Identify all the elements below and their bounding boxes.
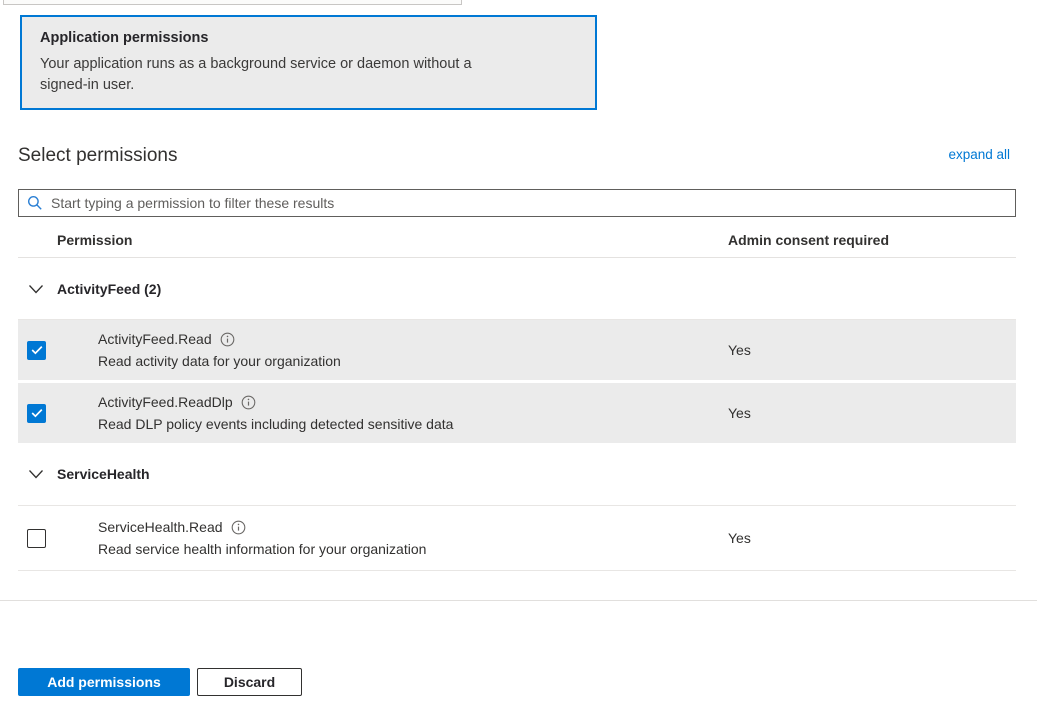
permission-text: ActivityFeed.ReadDlp Read DLP policy eve…	[98, 394, 453, 432]
permission-row-activityfeed-readdlp[interactable]: ActivityFeed.ReadDlp Read DLP policy eve…	[18, 383, 1016, 443]
footer-actions: Add permissions Discard	[18, 668, 302, 696]
info-icon[interactable]	[220, 332, 235, 347]
permission-name: ServiceHealth.Read	[98, 519, 223, 535]
table-header-row: Permission Admin consent required	[18, 230, 1016, 258]
checkbox-unchecked[interactable]	[27, 529, 46, 548]
column-header-admin-consent: Admin consent required	[728, 232, 889, 248]
admin-consent-value: Yes	[728, 342, 751, 358]
chevron-down-icon[interactable]	[28, 282, 44, 296]
group-row-servicehealth[interactable]: ServiceHealth	[18, 443, 1016, 506]
admin-consent-value: Yes	[728, 530, 751, 546]
application-permissions-card[interactable]: Application permissions Your application…	[20, 15, 597, 110]
permission-text: ServiceHealth.Read Read service health i…	[98, 519, 426, 557]
discard-button[interactable]: Discard	[197, 668, 302, 696]
permission-row-activityfeed-read[interactable]: ActivityFeed.Read Read activity data for…	[18, 320, 1016, 380]
permission-description: Read service health information for your…	[98, 541, 426, 557]
application-permissions-title: Application permissions	[40, 30, 577, 46]
expand-all-link[interactable]: expand all	[948, 147, 1010, 162]
column-header-permission: Permission	[57, 232, 132, 248]
section-divider	[0, 600, 1037, 601]
permission-name: ActivityFeed.ReadDlp	[98, 394, 233, 410]
permissions-table: Permission Admin consent required Activi…	[18, 230, 1016, 571]
permission-description: Read activity data for your organization	[98, 353, 341, 369]
application-permissions-description: Your application runs as a background se…	[40, 54, 520, 96]
permission-text: ActivityFeed.Read Read activity data for…	[98, 331, 341, 369]
chevron-down-icon[interactable]	[28, 467, 44, 481]
group-label: ServiceHealth	[57, 466, 150, 482]
info-icon[interactable]	[231, 520, 246, 535]
group-label: ActivityFeed (2)	[57, 281, 161, 297]
permission-description: Read DLP policy events including detecte…	[98, 416, 453, 432]
select-permissions-heading: Select permissions	[18, 145, 177, 167]
permission-row-servicehealth-read[interactable]: ServiceHealth.Read Read service health i…	[18, 506, 1016, 571]
info-icon[interactable]	[241, 395, 256, 410]
permission-filter-box[interactable]	[18, 189, 1016, 217]
permissions-panel: Application permissions Your application…	[0, 0, 1037, 705]
group-row-activityfeed[interactable]: ActivityFeed (2)	[18, 258, 1016, 320]
search-icon	[27, 195, 43, 211]
checkbox-checked[interactable]	[27, 404, 46, 423]
admin-consent-value: Yes	[728, 405, 751, 421]
checkbox-checked[interactable]	[27, 341, 46, 360]
delegated-permissions-card-cutoff[interactable]	[3, 0, 462, 5]
permission-filter-input[interactable]	[51, 195, 1007, 211]
add-permissions-button[interactable]: Add permissions	[18, 668, 190, 696]
permission-name: ActivityFeed.Read	[98, 331, 212, 347]
